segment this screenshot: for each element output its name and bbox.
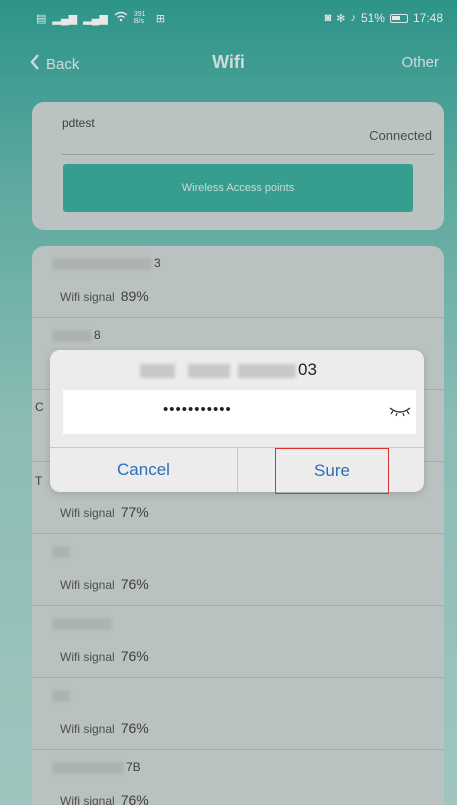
eye-closed-icon[interactable] [388, 404, 412, 418]
password-value: ••••••••••• [163, 401, 232, 418]
password-input[interactable]: ••••••••••• [63, 390, 416, 434]
cancel-button[interactable]: Cancel [50, 448, 237, 492]
sure-button[interactable]: Sure [275, 448, 389, 494]
dialog-title-suffix: 03 [298, 360, 317, 379]
dialog-title-redacted [238, 364, 296, 378]
wifi-screen: ▤ ▂▄▆ ▂▄▆ 391 B/s ⊞ ◙ ✻ ♪ 51% 17:48 Back… [0, 0, 457, 805]
password-dialog: 03 ••••••••••• Cancel Sure [50, 350, 424, 494]
divider [237, 448, 238, 492]
dialog-title-redacted [188, 364, 230, 378]
dialog-title-redacted [140, 364, 175, 378]
